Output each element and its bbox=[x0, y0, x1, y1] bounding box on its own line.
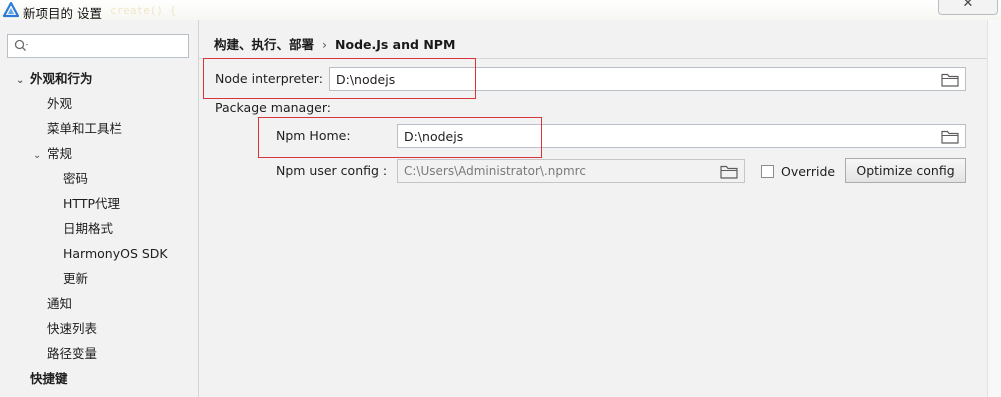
sidebar-item-label: 快捷键 bbox=[30, 371, 68, 386]
settings-sidebar: ⌄ 外观和行为 外观 菜单和工具栏 ⌄ 常规 密码 HTTP代理 日期格式 Harm… bbox=[0, 20, 199, 397]
npm-user-config-field[interactable] bbox=[397, 159, 745, 183]
header-divider bbox=[199, 58, 987, 59]
npm-home-field[interactable] bbox=[397, 124, 966, 148]
sidebar-item-quick-lists[interactable]: 快速列表 bbox=[47, 319, 97, 339]
node-interpreter-field[interactable] bbox=[329, 67, 966, 91]
sidebar-item-appearance-behavior[interactable]: ⌄ 外观和行为 bbox=[16, 69, 93, 89]
title-bar: 新项目的 设置 create() { ✕ bbox=[0, 0, 1001, 21]
folder-icon[interactable] bbox=[941, 72, 959, 87]
npm-home-input[interactable] bbox=[404, 128, 935, 144]
app-logo-icon bbox=[2, 1, 20, 18]
close-icon: ✕ bbox=[962, 0, 974, 11]
sidebar-item-date-formats[interactable]: 日期格式 bbox=[63, 219, 113, 239]
override-label[interactable]: Override bbox=[781, 164, 835, 179]
breadcrumb-current: Node.Js and NPM bbox=[335, 37, 456, 52]
node-interpreter-label: Node interpreter: bbox=[215, 71, 323, 86]
sidebar-item-label: 更新 bbox=[63, 271, 89, 286]
search-icon bbox=[14, 39, 30, 53]
sidebar-item-label: HTTP代理 bbox=[63, 196, 120, 211]
sidebar-item-http-proxy[interactable]: HTTP代理 bbox=[63, 194, 120, 214]
sidebar-item-label: 外观和行为 bbox=[30, 71, 93, 86]
settings-search[interactable] bbox=[7, 34, 189, 58]
sidebar-item-notifications[interactable]: 通知 bbox=[47, 294, 72, 314]
settings-content: 构建、执行、部署 › Node.Js and NPM Node interprete… bbox=[199, 20, 987, 397]
npm-home-label: Npm Home: bbox=[276, 128, 351, 143]
scrollbar[interactable] bbox=[987, 20, 1001, 397]
folder-icon[interactable] bbox=[941, 129, 959, 144]
sidebar-item-menus-toolbars[interactable]: 菜单和工具栏 bbox=[47, 119, 122, 139]
sidebar-item-label: 常规 bbox=[47, 146, 73, 161]
sidebar-item-label: 日期格式 bbox=[63, 221, 114, 236]
sidebar-item-updates[interactable]: 更新 bbox=[63, 269, 88, 289]
sidebar-item-general[interactable]: ⌄ 常规 bbox=[33, 144, 72, 164]
sidebar-item-label: 快速列表 bbox=[47, 321, 98, 336]
sidebar-item-label: 通知 bbox=[47, 296, 73, 311]
sidebar-item-label: 路径变量 bbox=[47, 346, 98, 361]
search-input[interactable] bbox=[34, 37, 188, 57]
chevron-down-icon: ⌄ bbox=[33, 150, 42, 161]
optimize-config-button[interactable]: Optimize config bbox=[845, 158, 966, 183]
sidebar-item-keymap[interactable]: 快捷键 bbox=[30, 369, 68, 389]
close-button[interactable]: ✕ bbox=[938, 0, 998, 15]
sidebar-item-harmonyos-sdk[interactable]: HarmonyOS SDK bbox=[63, 244, 168, 264]
breadcrumb-parent[interactable]: 构建、执行、部署 bbox=[214, 37, 314, 52]
override-checkbox[interactable] bbox=[761, 165, 774, 178]
sidebar-item-path-variables[interactable]: 路径变量 bbox=[47, 344, 97, 364]
sidebar-item-passwords[interactable]: 密码 bbox=[63, 169, 88, 189]
chevron-down-icon: ⌄ bbox=[16, 75, 25, 86]
sidebar-item-label: 密码 bbox=[63, 171, 89, 186]
node-interpreter-input[interactable] bbox=[336, 71, 935, 87]
package-manager-label: Package manager: bbox=[215, 100, 331, 115]
npm-user-config-input[interactable] bbox=[404, 163, 714, 179]
npm-user-config-label: Npm user config : bbox=[276, 163, 388, 178]
sidebar-item-appearance[interactable]: 外观 bbox=[47, 94, 72, 114]
sidebar-item-label: 外观 bbox=[47, 96, 73, 111]
background-code-hint: create() { bbox=[110, 4, 177, 17]
sidebar-item-label: 菜单和工具栏 bbox=[47, 121, 123, 136]
breadcrumb: 构建、执行、部署 › Node.Js and NPM bbox=[214, 34, 455, 53]
sidebar-item-label: HarmonyOS SDK bbox=[63, 246, 168, 261]
folder-icon[interactable] bbox=[720, 164, 738, 179]
breadcrumb-separator: › bbox=[322, 37, 328, 52]
